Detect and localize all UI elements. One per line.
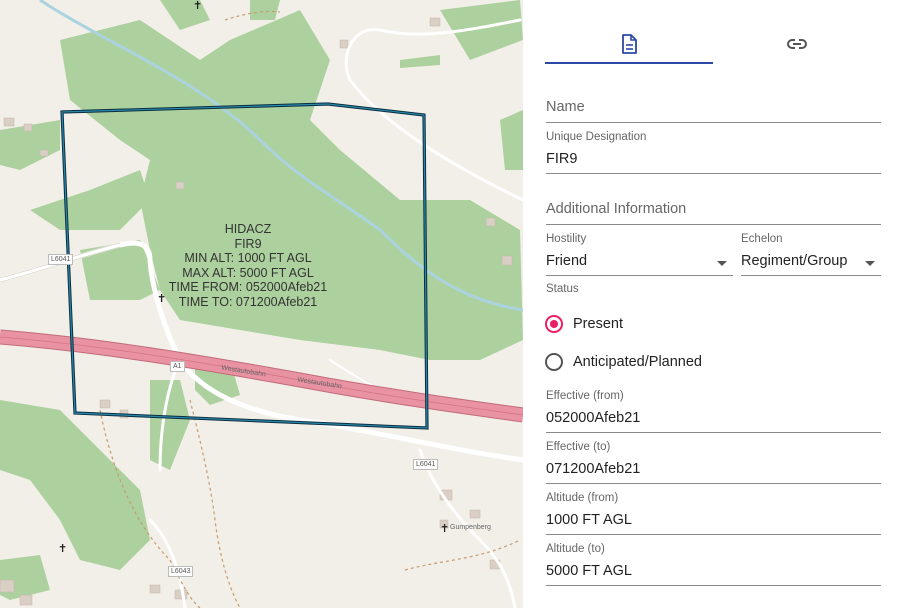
effective-from-value: 052000Afeb21 [546, 410, 641, 426]
echelon-value: Regiment/Group [741, 253, 848, 269]
echelon-select[interactable]: Echelon Regiment/Group [741, 232, 881, 276]
effective-from-field[interactable]: Effective (from) 052000Afeb21 [546, 389, 881, 433]
shape-min-alt: MIN ALT: 1000 FT AGL [184, 251, 312, 265]
map-view[interactable]: L6041 A1 L6041 L6043 Westautobahn Westau… [0, 0, 523, 608]
road-ref-label: L6041 [413, 459, 439, 470]
chevron-down-icon [717, 261, 727, 266]
status-label: Status [546, 283, 579, 295]
effective-to-label: Effective (to) [546, 441, 611, 453]
status-option-label: Present [573, 316, 623, 332]
airspace-shape-label: HIDACZ FIR9 MIN ALT: 1000 FT AGL MAX ALT… [108, 222, 388, 309]
chevron-down-icon [865, 261, 875, 266]
radio-unchecked-icon[interactable] [545, 353, 563, 371]
panel-tabs [545, 24, 881, 66]
name-field-placeholder: Name [546, 99, 585, 115]
altitude-to-field[interactable]: Altitude (to) 5000 FT AGL [546, 542, 881, 586]
altitude-to-value: 5000 FT AGL [546, 563, 632, 579]
shape-max-alt: MAX ALT: 5000 FT AGL [182, 265, 314, 280]
tab-details[interactable] [545, 24, 713, 64]
hostility-select[interactable]: Hostility Friend [546, 232, 733, 276]
additional-information-placeholder: Additional Information [546, 201, 687, 217]
altitude-from-field[interactable]: Altitude (from) 1000 FT AGL [546, 491, 881, 535]
effective-to-value: 071200Afeb21 [546, 461, 641, 477]
shape-time-to: TIME TO: 071200Afeb21 [178, 294, 318, 309]
unique-designation-label: Unique Designation [546, 131, 647, 143]
hostility-label: Hostility [546, 233, 587, 245]
place-name-label: Gumpenberg [450, 524, 491, 531]
status-option-present[interactable]: Present [545, 312, 623, 336]
shape-time-from: TIME FROM: 052000Afeb21 [168, 280, 328, 294]
additional-information-field[interactable]: Additional Information [546, 200, 881, 225]
radio-checked-icon[interactable] [545, 315, 563, 333]
echelon-label: Echelon [741, 233, 783, 245]
status-option-anticipated[interactable]: Anticipated/Planned [545, 350, 702, 374]
document-icon [622, 34, 637, 54]
shape-designation: FIR9 [234, 236, 262, 251]
unique-designation-value: FIR9 [546, 151, 578, 167]
altitude-to-label: Altitude (to) [546, 543, 605, 555]
shape-name: HIDACZ [224, 222, 272, 236]
road-ref-label: A1 [170, 361, 185, 372]
church-icon: ✝ [58, 543, 68, 555]
link-icon [787, 39, 807, 49]
active-tab-indicator [545, 62, 713, 64]
properties-panel: Name Unique Designation FIR9 Additional … [523, 0, 900, 608]
effective-from-label: Effective (from) [546, 390, 624, 402]
road-ref-label: L6041 [48, 254, 74, 265]
hostility-value: Friend [546, 253, 588, 269]
name-field[interactable]: Name [546, 98, 881, 123]
altitude-from-label: Altitude (from) [546, 492, 619, 504]
church-icon: ✝ [440, 523, 450, 535]
road-ref-label: L6043 [168, 566, 194, 577]
effective-to-field[interactable]: Effective (to) 071200Afeb21 [546, 440, 881, 484]
church-icon: ✝ [193, 0, 203, 12]
tab-links[interactable] [713, 24, 881, 64]
unique-designation-field[interactable]: Unique Designation FIR9 [546, 130, 881, 174]
altitude-from-value: 1000 FT AGL [546, 512, 632, 528]
status-option-label: Anticipated/Planned [573, 354, 702, 370]
